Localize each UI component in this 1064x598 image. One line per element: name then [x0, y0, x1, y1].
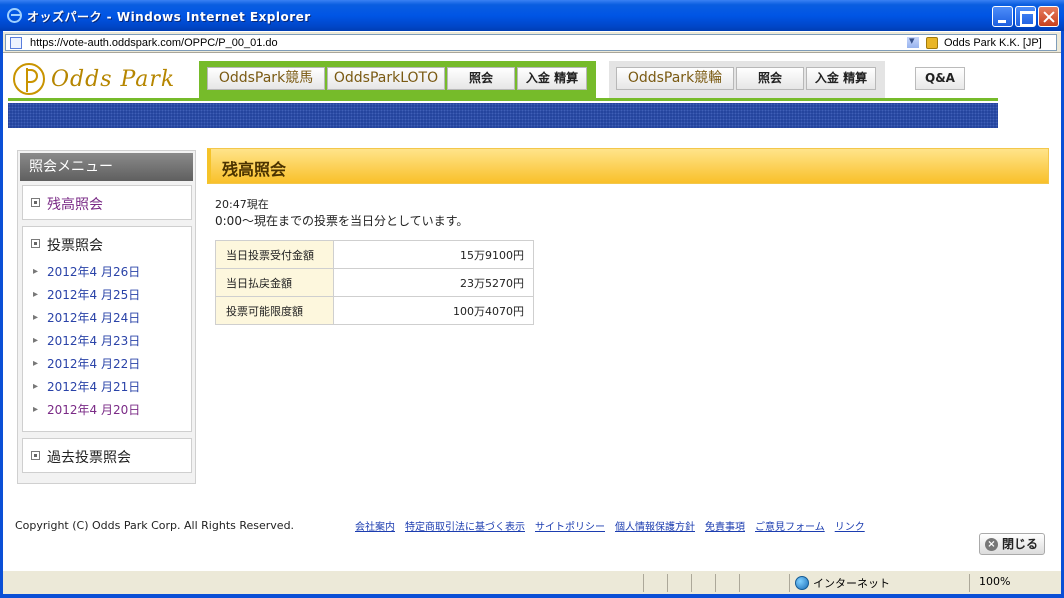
nav-inquiry-2[interactable]: 照会	[736, 67, 804, 90]
security-zone[interactable]: インターネット	[795, 575, 890, 591]
url-box[interactable]: https://vote-auth.oddspark.com/OPPC/P_00…	[5, 34, 1057, 51]
sidebar-item-balance[interactable]: 残高照会	[22, 185, 192, 220]
copyright: Copyright (C) Odds Park Corp. All Rights…	[15, 519, 295, 532]
close-window-button[interactable]	[1038, 6, 1059, 27]
sidebar-vote-section: 投票照会 2012年4 月26日 2012年4 月25日 2012年4 月24日…	[22, 226, 192, 432]
zone-label: インターネット	[813, 577, 890, 590]
site-logo[interactable]: Odds Park	[13, 62, 175, 96]
chevron-down-icon[interactable]	[906, 34, 920, 49]
time-note: 20:47現在	[215, 198, 269, 211]
nav-oddspark-keirin[interactable]: OddsPark競輪	[616, 67, 734, 90]
header-divider	[8, 98, 998, 101]
nav-inquiry-1[interactable]: 照会	[447, 67, 515, 90]
footer-link-disclaimer[interactable]: 免責事項	[705, 518, 745, 533]
nav-deposit-2[interactable]: 入金 精算	[806, 67, 876, 90]
status-divider	[667, 574, 668, 592]
url-text[interactable]: https://vote-auth.oddspark.com/OPPC/P_00…	[30, 37, 278, 49]
window-frame-bottom	[0, 594, 1064, 598]
globe-icon	[795, 576, 809, 590]
row-label: 当日払戻金額	[215, 268, 334, 297]
table-row: 投票可能限度額 100万4070円	[215, 296, 534, 325]
close-icon: ×	[985, 538, 998, 551]
status-divider	[643, 574, 644, 592]
logo-mark-icon	[13, 63, 45, 95]
nav-group-keirin: OddsPark競輪 照会 入金 精算	[609, 61, 885, 99]
status-divider	[969, 574, 970, 592]
sidebar-item-votes[interactable]: 投票照会	[47, 235, 103, 255]
status-bar: インターネット 100%	[3, 570, 1061, 594]
balance-table: 当日投票受付金額 15万9100円 当日払戻金額 23万5270円 投票可能限度…	[215, 240, 534, 325]
nav-oddspark-loto[interactable]: OddsParkLOTO	[327, 67, 445, 90]
sidebar-date-link[interactable]: 2012年4 月22日	[33, 356, 140, 379]
nav-group-keiba-loto: OddsPark競馬 OddsParkLOTO 照会 入金 精算	[199, 61, 596, 99]
close-label: 閉じる	[1002, 537, 1039, 551]
nav-oddspark-keiba[interactable]: OddsPark競馬	[207, 67, 325, 90]
header-banner	[8, 103, 998, 128]
certificate-name[interactable]: Odds Park K.K. [JP]	[944, 37, 1042, 49]
address-bar: https://vote-auth.oddspark.com/OPPC/P_00…	[3, 31, 1061, 53]
row-value: 23万5270円	[333, 268, 534, 297]
period-note: 0:00～現在までの投票を当日分としています。	[215, 214, 469, 228]
footer-link-legal[interactable]: 特定商取引法に基づく表示	[405, 518, 525, 533]
status-divider	[739, 574, 740, 592]
vote-date-list: 2012年4 月26日 2012年4 月25日 2012年4 月24日 2012…	[33, 264, 140, 425]
sidebar-item-label[interactable]: 過去投票照会	[47, 447, 131, 467]
ie-logo-icon	[7, 8, 22, 23]
zoom-level[interactable]: 100%	[979, 575, 1010, 588]
bullet-icon	[31, 198, 40, 207]
status-divider	[715, 574, 716, 592]
lock-icon[interactable]	[926, 37, 938, 49]
sidebar: 照会メニュー 残高照会 投票照会 2012年4 月26日 2012年4 月25日…	[17, 150, 196, 484]
footer-link-company[interactable]: 会社案内	[355, 518, 395, 533]
status-divider	[789, 574, 790, 592]
row-label: 投票可能限度額	[215, 296, 334, 325]
nav-deposit-1[interactable]: 入金 精算	[517, 67, 587, 90]
sidebar-date-link[interactable]: 2012年4 月25日	[33, 287, 140, 310]
row-value: 15万9100円	[333, 240, 534, 269]
footer-link-feedback[interactable]: ご意見フォーム	[755, 518, 825, 533]
sidebar-date-link[interactable]: 2012年4 月26日	[33, 264, 140, 287]
qa-button[interactable]: Q&A	[915, 67, 965, 90]
sidebar-item-label[interactable]: 残高照会	[47, 194, 103, 214]
sidebar-date-link[interactable]: 2012年4 月24日	[33, 310, 140, 333]
page-content: Odds Park OddsPark競馬 OddsParkLOTO 照会 入金 …	[3, 53, 1061, 570]
window-titlebar: オッズパーク - Windows Internet Explorer	[0, 0, 1064, 31]
row-label: 当日投票受付金額	[215, 240, 334, 269]
table-row: 当日投票受付金額 15万9100円	[215, 240, 534, 269]
sidebar-date-link[interactable]: 2012年4 月20日	[33, 402, 140, 425]
page-title-bar: 残高照会	[207, 148, 1049, 184]
table-row: 当日払戻金額 23万5270円	[215, 268, 534, 297]
sidebar-date-link[interactable]: 2012年4 月23日	[33, 333, 140, 356]
close-button[interactable]: × 閉じる	[979, 533, 1045, 555]
maximize-button[interactable]	[1015, 6, 1036, 27]
footer-link-links[interactable]: リンク	[835, 518, 865, 533]
footer-link-privacy[interactable]: 個人情報保護方針	[615, 518, 695, 533]
bullet-icon	[31, 451, 40, 460]
page-title: 残高照会	[222, 160, 287, 179]
footer-links: 会社案内 特定商取引法に基づく表示 サイトポリシー 個人情報保護方針 免責事項 …	[355, 518, 865, 533]
window-title: オッズパーク - Windows Internet Explorer	[27, 10, 311, 24]
bullet-icon	[31, 239, 40, 248]
sidebar-item-past-votes[interactable]: 過去投票照会	[22, 438, 192, 473]
footer-link-site-policy[interactable]: サイトポリシー	[535, 518, 605, 533]
row-value: 100万4070円	[333, 296, 534, 325]
sidebar-date-link[interactable]: 2012年4 月21日	[33, 379, 140, 402]
minimize-button[interactable]	[992, 6, 1013, 27]
status-divider	[691, 574, 692, 592]
page-icon	[10, 37, 22, 49]
sidebar-header: 照会メニュー	[20, 153, 193, 181]
logo-text: Odds Park	[51, 66, 176, 92]
